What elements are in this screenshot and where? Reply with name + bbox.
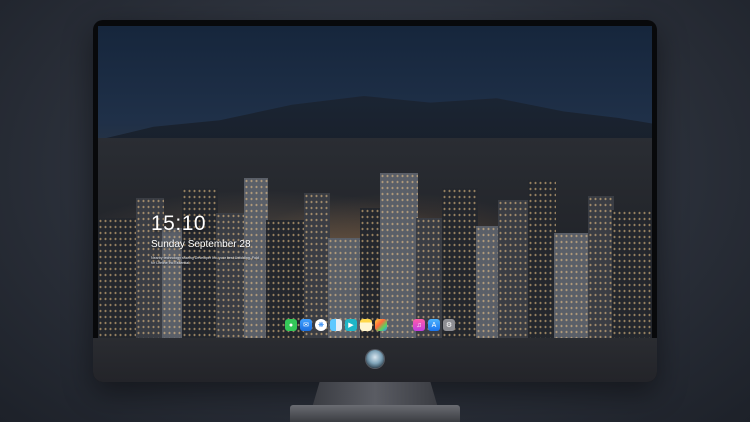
clapper-icon[interactable]: ▶ — [345, 319, 357, 331]
lockscreen-clock: 15:10 — [151, 212, 207, 235]
settings-icon[interactable]: ⚙ — [443, 319, 455, 331]
wallpaper-caption: Nearby technology sharing Developer Inc.… — [151, 256, 259, 265]
mail-icon[interactable]: ✉ — [300, 319, 312, 331]
finder-icon[interactable] — [330, 319, 342, 331]
music-icon[interactable]: ♫ — [413, 319, 425, 331]
lock-screen — [98, 26, 652, 338]
safari-icon[interactable]: ❋ — [315, 319, 327, 331]
photos-icon[interactable] — [375, 319, 387, 331]
brand-logo-icon — [366, 350, 384, 368]
messages-icon[interactable]: ● — [285, 319, 297, 331]
wallpaper-cityscape — [98, 138, 652, 338]
dock: ● ✉ ❋ ▶ ♫ A ⚙ — [285, 316, 455, 334]
app-store-icon[interactable]: A — [428, 319, 440, 331]
notes-icon[interactable] — [360, 319, 372, 331]
monitor-stand-base — [290, 405, 460, 422]
lockscreen-date: Sunday September 28 — [151, 239, 251, 250]
